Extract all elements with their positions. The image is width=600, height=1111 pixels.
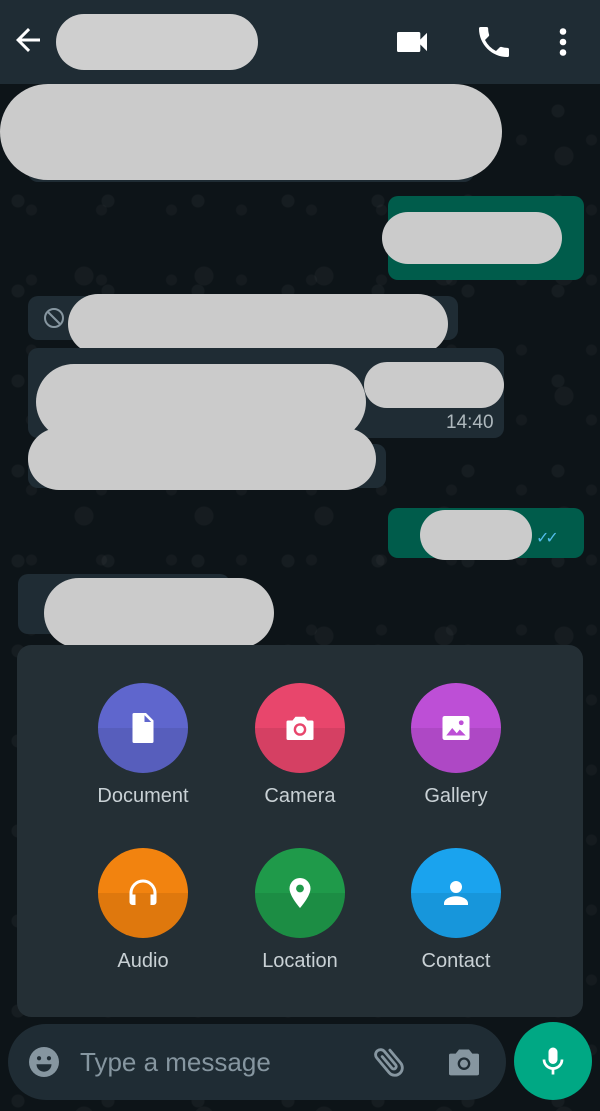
contact-name-redacted[interactable] xyxy=(56,14,258,70)
location-pin-icon[interactable] xyxy=(255,848,345,938)
message-composer xyxy=(8,1024,506,1100)
message-time: 14:40 xyxy=(446,412,494,433)
attach-document[interactable]: Document xyxy=(73,683,213,808)
voice-call-button[interactable] xyxy=(474,22,514,62)
chat-header xyxy=(0,0,600,84)
read-ticks-icon: ✓✓ xyxy=(536,530,559,547)
redacted-text xyxy=(0,84,502,180)
attach-location[interactable]: Location xyxy=(230,848,370,973)
redacted-text xyxy=(68,294,448,354)
camera-icon xyxy=(449,1049,479,1076)
camera-button[interactable] xyxy=(444,1042,484,1082)
attach-camera[interactable]: Camera xyxy=(230,683,370,808)
attach-button[interactable] xyxy=(370,1042,410,1082)
redacted-text xyxy=(28,428,376,490)
document-icon[interactable] xyxy=(98,683,188,773)
arrow-left-icon xyxy=(16,28,40,52)
attach-contact[interactable]: Contact xyxy=(386,848,526,973)
redacted-text xyxy=(364,362,504,408)
voice-record-button[interactable] xyxy=(514,1022,592,1100)
gallery-icon[interactable] xyxy=(411,683,501,773)
redacted-text xyxy=(44,578,274,648)
phone-icon xyxy=(479,27,509,57)
emoji-button[interactable] xyxy=(26,1044,62,1080)
attach-audio[interactable]: Audio xyxy=(73,848,213,973)
camera-icon[interactable] xyxy=(255,683,345,773)
redacted-text xyxy=(382,212,562,264)
attach-gallery-label: Gallery xyxy=(424,785,488,807)
attach-contact-label: Contact xyxy=(421,950,491,972)
overflow-menu-button[interactable] xyxy=(545,22,581,62)
attach-audio-label: Audio xyxy=(117,950,169,972)
redacted-text xyxy=(420,510,532,560)
contact-person-icon[interactable] xyxy=(411,848,501,938)
paperclip-icon xyxy=(374,1048,404,1077)
blocked-icon xyxy=(44,308,64,328)
attachment-menu: Document Camera Gallery Audio Location C… xyxy=(17,645,583,1017)
microphone-icon xyxy=(542,1047,564,1075)
back-button[interactable] xyxy=(10,22,46,58)
more-vertical-icon xyxy=(559,28,567,56)
attach-camera-label: Camera xyxy=(264,785,336,807)
attach-gallery[interactable]: Gallery xyxy=(386,683,526,808)
video-call-button[interactable] xyxy=(392,22,432,62)
message-input[interactable] xyxy=(80,1038,360,1086)
video-camera-icon xyxy=(397,32,427,52)
attach-document-label: Document xyxy=(97,785,189,807)
emoji-icon xyxy=(29,1047,59,1077)
attach-location-label: Location xyxy=(262,950,338,972)
headphones-icon[interactable] xyxy=(98,848,188,938)
